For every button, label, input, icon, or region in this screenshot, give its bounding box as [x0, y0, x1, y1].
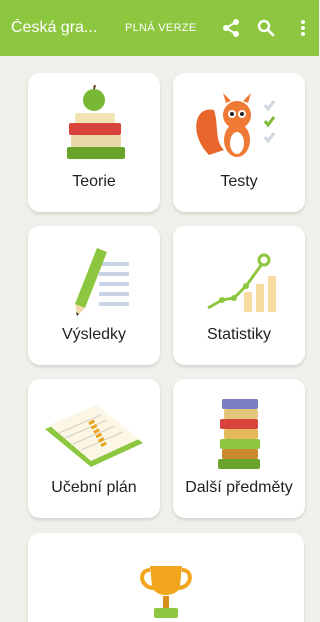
tile-ucebni-plan[interactable]: Učební plán [28, 379, 160, 518]
notebook-icon [28, 391, 160, 473]
tile-teorie[interactable]: Teorie [28, 73, 160, 212]
tile-vysledky[interactable]: Výsledky [28, 226, 160, 365]
tile-label: Učební plán [51, 479, 137, 496]
app-title: Česká gra... [11, 19, 98, 36]
full-version-button[interactable]: PLNÁ VERZE [125, 22, 196, 34]
pencil-list-icon [28, 238, 160, 320]
tile-label: Testy [220, 173, 258, 190]
tile-statistiky[interactable]: Statistiky [173, 226, 305, 365]
tile-label: Další předměty [185, 479, 293, 496]
search-icon[interactable] [248, 0, 284, 56]
more-vert-icon[interactable] [288, 0, 318, 56]
tile-label: Výsledky [61, 326, 127, 343]
tile-label: Statistiky [206, 326, 271, 343]
tile-label: Teorie [72, 173, 116, 190]
growth-chart-icon [173, 238, 305, 320]
book-stack-icon [173, 391, 305, 473]
tile-achievements[interactable] [28, 533, 304, 622]
share-icon[interactable] [213, 0, 249, 56]
squirrel-checklist-icon [173, 85, 305, 167]
trophy-icon [136, 558, 196, 622]
app-bar: Česká gra... PLNÁ VERZE [0, 0, 319, 56]
tile-testy[interactable]: Testy [173, 73, 305, 212]
tile-dalsi-predmety[interactable]: Další předměty [173, 379, 305, 518]
books-apple-icon [28, 85, 160, 167]
